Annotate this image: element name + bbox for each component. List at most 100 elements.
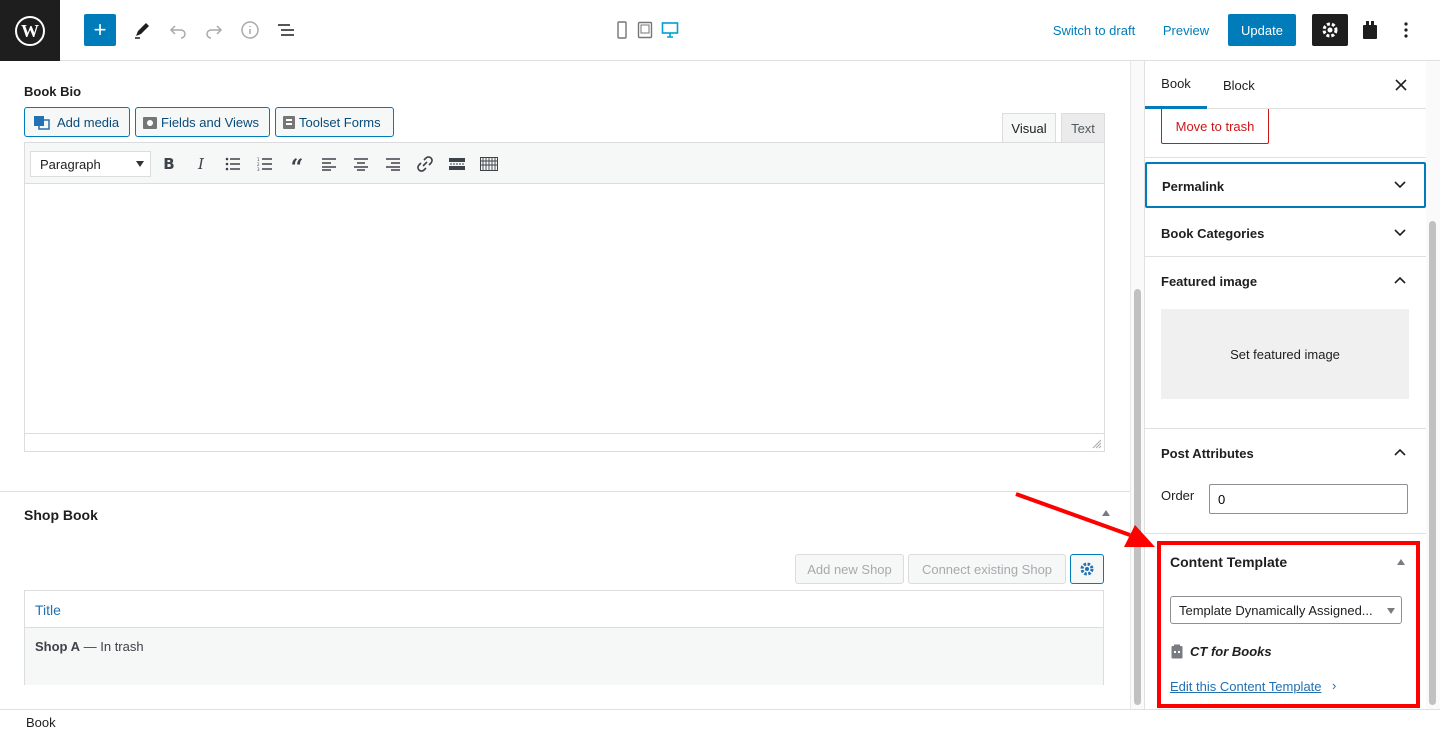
content-template-name: CT for Books bbox=[1190, 644, 1272, 659]
add-media-label: Add media bbox=[57, 114, 120, 130]
align-left-icon[interactable] bbox=[317, 153, 341, 175]
add-media-button[interactable]: Add media bbox=[24, 107, 130, 137]
chevron-up-icon[interactable] bbox=[1394, 276, 1406, 284]
plugin-icon bbox=[1363, 21, 1377, 39]
editor-statusbar bbox=[25, 433, 1104, 451]
shop-table: Title Shop A — In trash bbox=[24, 590, 1104, 685]
preview-desktop-button[interactable] bbox=[660, 14, 680, 46]
italic-icon[interactable]: I bbox=[189, 153, 213, 175]
chevron-down-icon bbox=[1394, 181, 1406, 189]
align-center-icon[interactable] bbox=[349, 153, 373, 175]
editor-header: W + Switch to draft Preview Update bbox=[0, 0, 1440, 61]
template-clipboard-icon bbox=[1171, 644, 1183, 659]
collapse-arrow-icon[interactable] bbox=[1397, 559, 1405, 565]
align-right-icon[interactable] bbox=[381, 153, 405, 175]
editor-canvas: Book Bio Add media Fields and Views Tool… bbox=[0, 61, 1130, 709]
scrollbar-thumb[interactable] bbox=[1429, 221, 1436, 705]
read-more-icon[interactable] bbox=[445, 153, 469, 175]
details-button[interactable] bbox=[234, 14, 266, 46]
order-label: Order bbox=[1161, 488, 1195, 503]
pen-icon bbox=[135, 23, 149, 39]
add-block-button[interactable]: + bbox=[84, 14, 116, 46]
wordpress-logo-icon[interactable]: W bbox=[0, 0, 60, 61]
editor-scrollbar[interactable] bbox=[1130, 61, 1144, 709]
format-select[interactable]: Paragraph bbox=[30, 151, 151, 177]
svg-text:W: W bbox=[21, 21, 39, 41]
settings-button[interactable] bbox=[1312, 14, 1348, 46]
svg-text:3: 3 bbox=[257, 167, 260, 171]
annotation-arrow-icon bbox=[1015, 492, 1155, 547]
plugin-sidebar-button[interactable] bbox=[1356, 14, 1384, 46]
add-new-shop-button[interactable]: Add new Shop bbox=[795, 554, 904, 584]
fields-and-views-button[interactable]: Fields and Views bbox=[135, 107, 270, 137]
preview-mobile-button[interactable] bbox=[614, 14, 630, 46]
undo-button[interactable] bbox=[162, 14, 194, 46]
plus-icon: + bbox=[93, 17, 107, 42]
switch-to-draft-button[interactable]: Switch to draft bbox=[1044, 14, 1144, 46]
order-input[interactable] bbox=[1209, 484, 1408, 514]
content-template-title[interactable]: Content Template bbox=[1170, 554, 1287, 570]
row-title: Shop A bbox=[35, 639, 81, 654]
edit-content-template-link[interactable]: Edit this Content Template bbox=[1170, 679, 1322, 694]
toolset-forms-button[interactable]: Toolset Forms bbox=[275, 107, 394, 137]
table-header-title[interactable]: Title bbox=[25, 591, 1103, 628]
permalink-panel-toggle[interactable]: Permalink bbox=[1145, 162, 1426, 208]
resize-handle-icon[interactable] bbox=[1092, 439, 1102, 449]
gear-icon bbox=[1080, 562, 1094, 576]
shop-settings-button[interactable] bbox=[1070, 554, 1104, 584]
numbered-list-icon[interactable]: 123 bbox=[253, 153, 277, 175]
table-row[interactable]: Shop A — In trash bbox=[25, 628, 1103, 685]
editor-toolbar: Paragraph B I 123 “ bbox=[25, 143, 1104, 184]
book-categories-panel-toggle[interactable]: Book Categories bbox=[1145, 209, 1426, 257]
book-categories-title: Book Categories bbox=[1161, 226, 1265, 241]
blockquote-icon[interactable]: “ bbox=[285, 153, 309, 181]
breadcrumb-book[interactable]: Book bbox=[26, 715, 56, 730]
redo-button[interactable] bbox=[198, 14, 230, 46]
link-icon[interactable] bbox=[413, 153, 437, 175]
tools-pen-button[interactable] bbox=[126, 14, 158, 46]
sidebar-scrollbar[interactable] bbox=[1426, 61, 1440, 709]
set-featured-image-button[interactable]: Set featured image bbox=[1161, 309, 1409, 399]
tab-block[interactable]: Block bbox=[1223, 61, 1255, 109]
info-icon bbox=[241, 21, 259, 39]
connect-existing-shop-button[interactable]: Connect existing Shop bbox=[908, 554, 1066, 584]
update-button[interactable]: Update bbox=[1228, 14, 1296, 46]
sidebar-tabs: Book Block bbox=[1145, 61, 1426, 109]
undo-icon bbox=[169, 25, 186, 39]
move-to-trash-button[interactable]: Move to trash bbox=[1161, 109, 1269, 144]
content-template-select[interactable]: Template Dynamically Assigned... bbox=[1170, 596, 1402, 624]
media-icon bbox=[34, 116, 50, 130]
more-options-button[interactable] bbox=[1394, 14, 1418, 46]
editor-content-area[interactable] bbox=[25, 184, 1104, 433]
content-template-panel: Content Template Template Dynamically As… bbox=[1157, 541, 1420, 708]
more-icon bbox=[1404, 22, 1408, 38]
chevron-up-icon[interactable] bbox=[1394, 448, 1406, 456]
redo-icon bbox=[206, 25, 223, 39]
chevron-down-icon bbox=[1394, 229, 1406, 237]
bullet-list-icon[interactable] bbox=[221, 153, 245, 175]
tab-text[interactable]: Text bbox=[1061, 113, 1105, 143]
content-template-select-value: Template Dynamically Assigned... bbox=[1179, 603, 1373, 618]
post-attributes-panel: Post Attributes Order bbox=[1145, 429, 1426, 534]
tab-book[interactable]: Book bbox=[1145, 61, 1207, 109]
book-bio-heading: Book Bio bbox=[24, 84, 82, 99]
post-attributes-title[interactable]: Post Attributes bbox=[1161, 446, 1254, 461]
list-view-button[interactable] bbox=[270, 14, 302, 46]
chevron-right-icon: › bbox=[1332, 678, 1337, 693]
permalink-title: Permalink bbox=[1162, 179, 1225, 194]
preview-button[interactable]: Preview bbox=[1156, 14, 1216, 46]
tab-visual[interactable]: Visual bbox=[1002, 113, 1056, 143]
classic-editor: Paragraph B I 123 “ bbox=[24, 142, 1105, 452]
mobile-icon bbox=[617, 21, 627, 39]
close-icon bbox=[1395, 79, 1407, 91]
fields-views-icon bbox=[143, 117, 157, 129]
toolbar-toggle-icon[interactable] bbox=[477, 153, 501, 175]
bold-icon[interactable]: B bbox=[157, 153, 181, 175]
fields-and-views-label: Fields and Views bbox=[161, 114, 260, 130]
featured-image-title[interactable]: Featured image bbox=[1161, 274, 1257, 289]
preview-tablet-button[interactable] bbox=[636, 14, 654, 46]
dropdown-arrow-icon bbox=[136, 161, 144, 167]
desktop-icon bbox=[661, 22, 679, 38]
tablet-icon bbox=[637, 21, 653, 39]
close-sidebar-button[interactable] bbox=[1391, 61, 1411, 109]
